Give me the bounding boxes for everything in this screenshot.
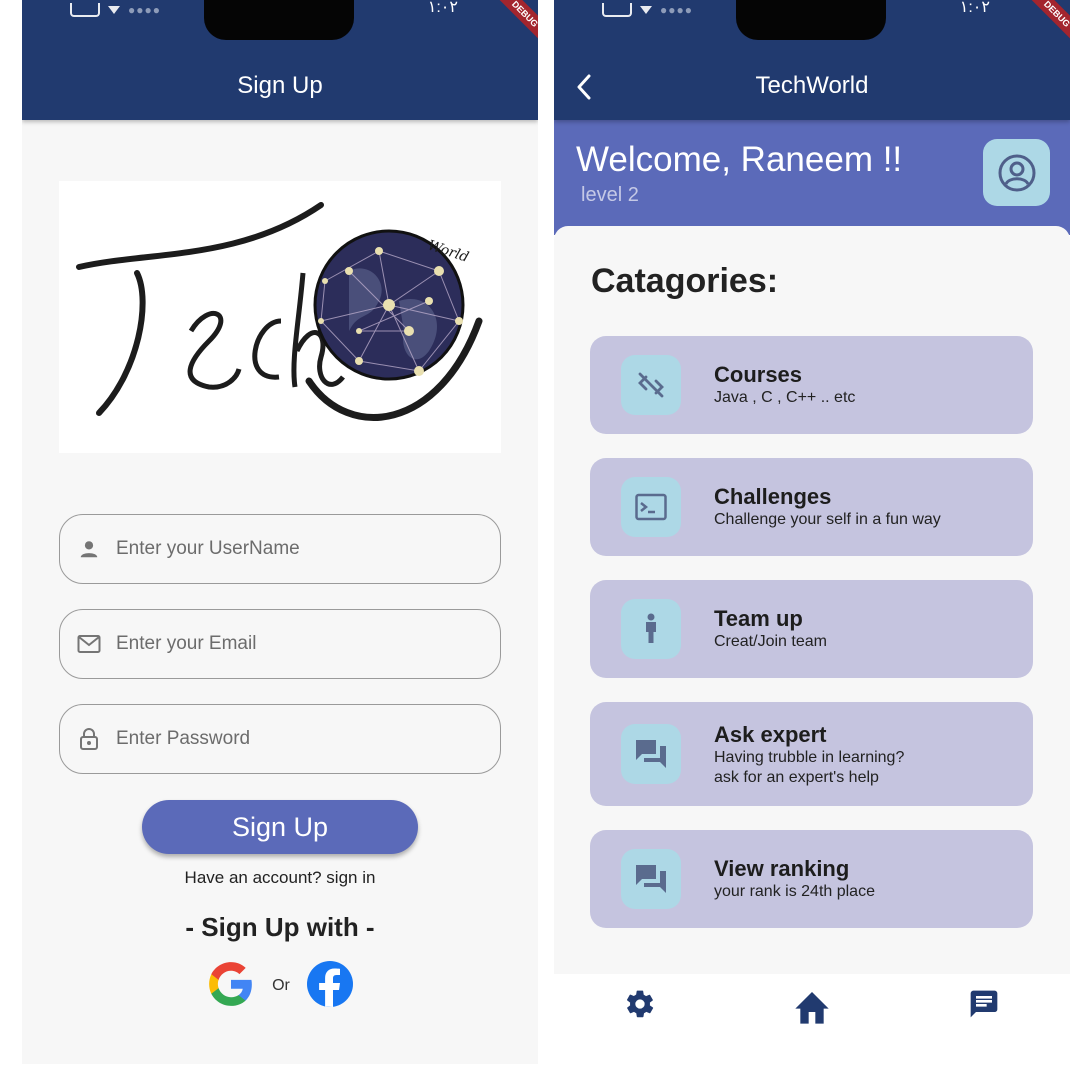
facebook-icon[interactable] <box>306 960 354 1013</box>
signal-icon: ●●●● <box>660 3 693 17</box>
account-circle-icon <box>998 154 1035 191</box>
person-icon <box>76 536 102 562</box>
google-icon[interactable] <box>206 959 256 1014</box>
wifi-icon <box>640 6 652 14</box>
home-screen: ●●●● ١:٠٢ DEBUG TechWorld Welcome, Ranee… <box>554 0 1070 1064</box>
welcome-text: Welcome, Raneem !! <box>576 140 903 179</box>
app-bar: ●●●● ١:٠٢ DEBUG Sign Up <box>22 0 538 120</box>
home-icon <box>795 992 829 1024</box>
camera-notch <box>736 0 886 40</box>
page-title: Sign Up <box>237 72 323 99</box>
status-time: ١:٠٢ <box>427 0 458 16</box>
techworld-logo: World <box>59 181 501 453</box>
nav-settings[interactable] <box>554 974 726 1064</box>
category-title: Challenges <box>714 484 832 509</box>
password-field[interactable] <box>59 704 501 774</box>
signal-icon: ●●●● <box>128 3 161 17</box>
category-title: View ranking <box>714 856 850 881</box>
username-field[interactable] <box>59 514 501 584</box>
signup-button[interactable]: Sign Up <box>142 800 418 854</box>
email-field[interactable] <box>59 609 501 679</box>
category-courses[interactable]: Courses Java , C , C++ .. etc <box>590 336 1033 434</box>
categories-panel: Catagories: Courses Java , C , C++ .. et… <box>554 226 1070 974</box>
forum-icon <box>621 849 681 909</box>
welcome-header: Welcome, Raneem !! level 2 <box>554 120 1070 235</box>
debug-banner: DEBUG <box>494 0 538 45</box>
category-view-ranking[interactable]: View ranking your rank is 24th place <box>590 830 1033 928</box>
code-off-icon <box>621 355 681 415</box>
category-subtitle: Creat/Join team <box>714 633 827 650</box>
debug-banner: DEBUG <box>1026 0 1070 45</box>
camera-notch <box>204 0 354 40</box>
category-subtitle-2: ask for an expert's help <box>714 769 879 786</box>
terminal-icon <box>621 477 681 537</box>
category-subtitle: Challenge your self in a fun way <box>714 511 941 528</box>
signup-with-heading: - Sign Up with - <box>185 912 375 942</box>
forum-icon <box>621 724 681 784</box>
lock-icon <box>76 726 102 752</box>
person-standing-icon <box>621 599 681 659</box>
category-title: Courses <box>714 362 803 387</box>
nav-home[interactable] <box>726 974 898 1064</box>
signup-screen: ●●●● ١:٠٢ DEBUG Sign Up World Enter your… <box>22 0 538 1064</box>
categories-heading: Catagories: <box>591 262 779 300</box>
sim-icon <box>70 3 100 17</box>
social-login-row: Or <box>22 959 538 1014</box>
email-input[interactable] <box>116 610 500 678</box>
level-text: level 2 <box>581 184 639 206</box>
status-bar-left: ●●●● <box>602 2 693 18</box>
gear-icon <box>626 990 654 1018</box>
status-bar-left: ●●●● <box>70 2 161 18</box>
status-time: ١:٠٢ <box>959 0 990 16</box>
category-subtitle: Java , C , C++ .. etc <box>714 389 856 406</box>
category-subtitle: Having trubble in learning? <box>714 749 905 766</box>
category-team-up[interactable]: Team up Creat/Join team <box>590 580 1033 678</box>
wifi-icon <box>108 6 120 14</box>
profile-button[interactable] <box>983 139 1050 206</box>
nav-chat[interactable] <box>898 974 1070 1064</box>
category-ask-expert[interactable]: Ask expert Having trubble in learning? a… <box>590 702 1033 806</box>
page-title: TechWorld <box>755 72 869 99</box>
chat-icon <box>970 990 998 1018</box>
globe-network-logo: World <box>76 202 483 421</box>
category-subtitle: your rank is 24th place <box>714 883 875 900</box>
mail-icon <box>76 631 102 657</box>
bottom-navigation <box>554 974 1070 1064</box>
password-input[interactable] <box>116 705 500 773</box>
username-input[interactable] <box>116 515 500 583</box>
category-challenges[interactable]: Challenges Challenge your self in a fun … <box>590 458 1033 556</box>
or-text: Or <box>272 977 290 994</box>
app-bar: ●●●● ١:٠٢ DEBUG TechWorld <box>554 0 1070 120</box>
signin-link[interactable]: Have an account? sign in <box>22 868 538 888</box>
sim-icon <box>602 3 632 17</box>
category-title: Team up <box>714 606 803 631</box>
category-title: Ask expert <box>714 722 827 747</box>
